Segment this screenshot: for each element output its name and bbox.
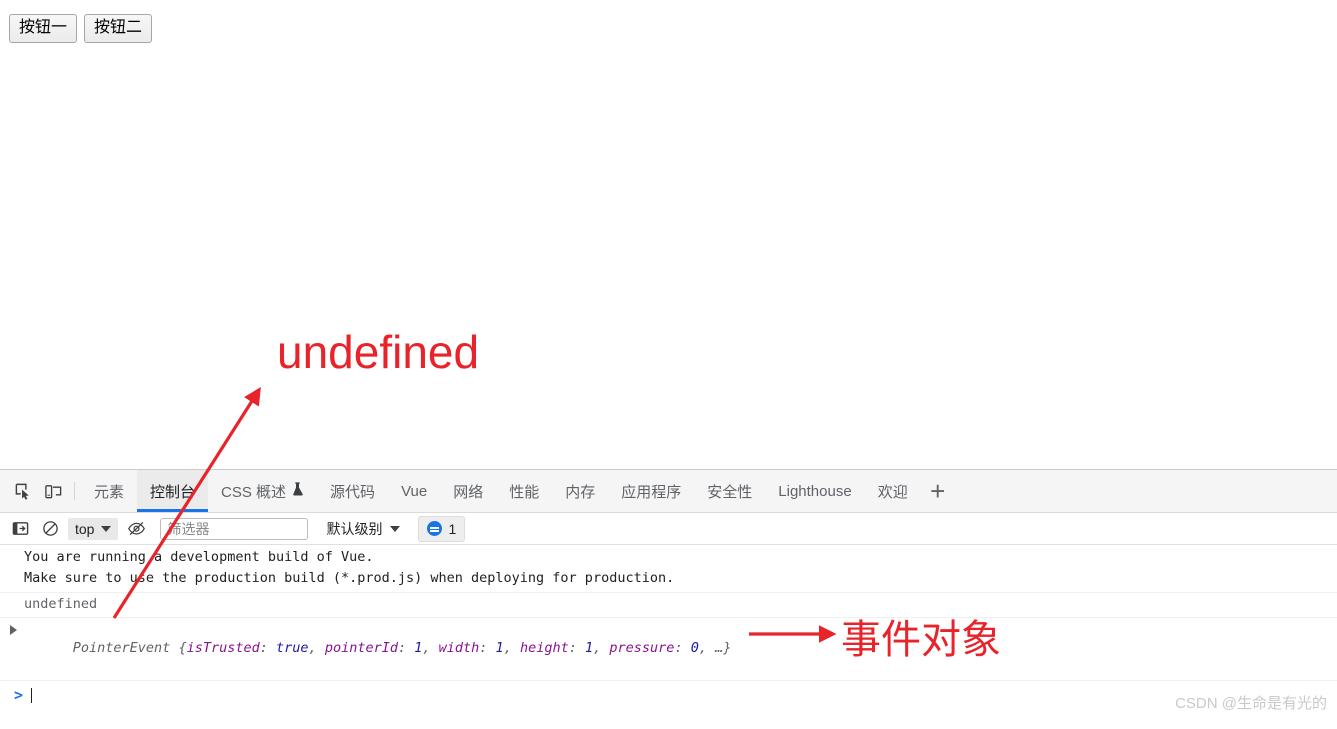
console-toolbar: top 默认级别 1 [0, 513, 1337, 545]
sidebar-toggle-icon[interactable] [6, 516, 34, 542]
devtools-panel: 元素 控制台 CSS 概述 源代码 Vue 网络 性能 内存 应用程序 安全性 … [0, 469, 1337, 729]
tab-label: 网络 [453, 483, 484, 501]
tab-lighthouse[interactable]: Lighthouse [765, 470, 864, 512]
chevron-down-icon [390, 525, 401, 532]
prop-comma: , [503, 640, 520, 656]
tab-label: 安全性 [707, 483, 753, 501]
devtools-tab-strip: 元素 控制台 CSS 概述 源代码 Vue 网络 性能 内存 应用程序 安全性 … [0, 470, 1337, 513]
prop-value: 0 [690, 640, 699, 656]
prop-comma: , [308, 640, 325, 656]
prop-key: height [519, 640, 569, 656]
prop-key: width [438, 640, 480, 656]
tab-label: 内存 [565, 483, 596, 501]
speech-bubble-icon [427, 521, 443, 536]
prop-separator: : [674, 640, 691, 656]
prompt-caret-icon: > [14, 686, 24, 704]
tab-label: 源代码 [330, 483, 376, 501]
tab-label: 性能 [509, 483, 540, 501]
prop-separator: : [479, 640, 496, 656]
expand-triangle-icon[interactable] [10, 625, 17, 635]
console-message-undefined[interactable]: undefined [0, 593, 1337, 618]
console-line: You are running a development build of V… [24, 549, 374, 565]
page-button-group: 按钮一 按钮二 [9, 14, 153, 43]
tab-memory[interactable]: 内存 [552, 470, 608, 512]
prop-separator: : [568, 640, 585, 656]
prop-value: 1 [495, 640, 504, 656]
page-button-2[interactable]: 按钮二 [84, 14, 153, 43]
object-close-brace: } [723, 640, 732, 656]
execution-context-dropdown[interactable]: top [68, 517, 119, 540]
message-count-value: 1 [448, 520, 457, 537]
prop-key: isTrusted [186, 640, 260, 656]
object-open-brace: { [178, 640, 187, 656]
page-button-1[interactable]: 按钮一 [9, 14, 78, 43]
execution-context-value: top [75, 520, 95, 537]
inspect-element-icon[interactable] [8, 477, 38, 505]
console-message-vue-warning[interactable]: You are running a development build of V… [0, 545, 1337, 593]
tab-label: 欢迎 [877, 483, 908, 501]
prop-key: pointerId [324, 640, 398, 656]
console-prompt[interactable]: > [0, 681, 1337, 709]
prop-value: true [276, 640, 309, 656]
prop-separator: : [259, 640, 277, 656]
tab-welcome[interactable]: 欢迎 [865, 470, 921, 512]
prop-key: pressure [609, 640, 675, 656]
prop-separator: : [397, 640, 415, 656]
tab-console[interactable]: 控制台 [137, 470, 209, 512]
tab-label: Lighthouse [778, 482, 852, 500]
web-page-viewport: 按钮一 按钮二 [0, 0, 1337, 469]
console-filter-input[interactable] [160, 517, 309, 540]
message-count-badge[interactable]: 1 [418, 515, 466, 542]
tab-sources[interactable]: 源代码 [317, 470, 388, 512]
tab-elements[interactable]: 元素 [81, 470, 137, 512]
eye-icon[interactable] [122, 516, 150, 542]
tabstrip-divider [74, 482, 75, 500]
console-line: Make sure to use the production build (*… [24, 570, 675, 586]
console-message-pointerevent[interactable]: PointerEvent {isTrusted: true, pointerId… [0, 618, 1337, 681]
tab-label: 控制台 [150, 483, 196, 501]
tab-performance[interactable]: 性能 [496, 470, 552, 512]
console-message-list: You are running a development build of V… [0, 545, 1337, 709]
clear-console-icon[interactable] [36, 516, 64, 542]
log-level-value: 默认级别 [326, 520, 383, 537]
tab-vue[interactable]: Vue [388, 470, 440, 512]
tab-css-overview[interactable]: CSS 概述 [208, 470, 317, 512]
prop-comma: , [422, 640, 439, 656]
log-level-dropdown[interactable]: 默认级别 [320, 517, 406, 541]
prop-comma: , [698, 640, 716, 656]
text-cursor [31, 687, 33, 703]
prop-comma: , [593, 640, 610, 656]
watermark: CSDN @生命是有光的 [1175, 695, 1327, 712]
tab-security[interactable]: 安全性 [694, 470, 765, 512]
tab-label: 元素 [94, 483, 125, 501]
device-toolbar-icon[interactable] [38, 477, 68, 505]
beaker-icon [291, 481, 304, 501]
tab-label: Vue [401, 482, 428, 500]
add-tab-button[interactable]: + [921, 476, 955, 506]
object-constructor-name: PointerEvent [72, 640, 171, 656]
tab-label: 应用程序 [621, 483, 682, 501]
tab-label: CSS 概述 [221, 483, 287, 501]
chevron-down-icon [101, 525, 112, 532]
tab-network[interactable]: 网络 [440, 470, 496, 512]
prop-value: 1 [585, 640, 594, 656]
tab-application[interactable]: 应用程序 [608, 470, 694, 512]
